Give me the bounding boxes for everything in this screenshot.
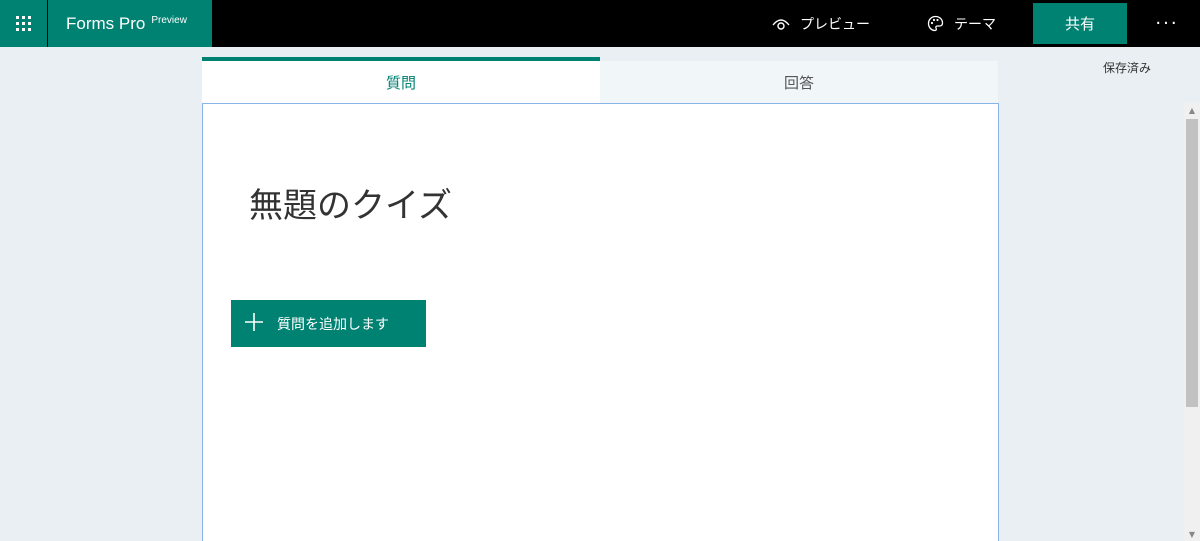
top-bar: Forms Pro Preview プレビュー テーマ 共有 ··· <box>0 0 1200 47</box>
scroll-down-icon[interactable]: ▼ <box>1184 527 1200 541</box>
app-launcher-button[interactable] <box>0 0 47 47</box>
waffle-icon <box>16 16 31 31</box>
preview-label: プレビュー <box>800 16 870 33</box>
palette-icon <box>926 15 944 33</box>
app-tag: Preview <box>151 15 187 26</box>
quiz-title[interactable]: 無題のクイズ <box>249 178 452 227</box>
scroll-thumb[interactable] <box>1186 119 1198 407</box>
more-options-button[interactable]: ··· <box>1150 0 1184 47</box>
add-question-button[interactable]: 質問を追加します <box>231 300 426 347</box>
theme-label: テーマ <box>954 16 996 33</box>
app-brand[interactable]: Forms Pro Preview <box>48 0 212 47</box>
app-name: Forms Pro <box>66 13 146 33</box>
tab-questions[interactable]: 質問 <box>202 57 600 103</box>
add-question-label: 質問を追加します <box>277 316 389 333</box>
scroll-up-icon[interactable]: ▲ <box>1184 103 1200 117</box>
eye-icon <box>772 15 790 33</box>
theme-button[interactable]: テーマ <box>926 0 996 47</box>
plus-icon <box>245 310 263 336</box>
tab-responses[interactable]: 回答 <box>600 61 998 103</box>
preview-button[interactable]: プレビュー <box>772 0 870 47</box>
saved-status: 保存済み <box>1103 61 1152 75</box>
page-scrollbar[interactable]: ▲ ▼ <box>1184 103 1200 541</box>
share-button[interactable]: 共有 <box>1033 3 1127 44</box>
form-editor-card: 無題のクイズ 質問を追加します <box>202 103 999 541</box>
